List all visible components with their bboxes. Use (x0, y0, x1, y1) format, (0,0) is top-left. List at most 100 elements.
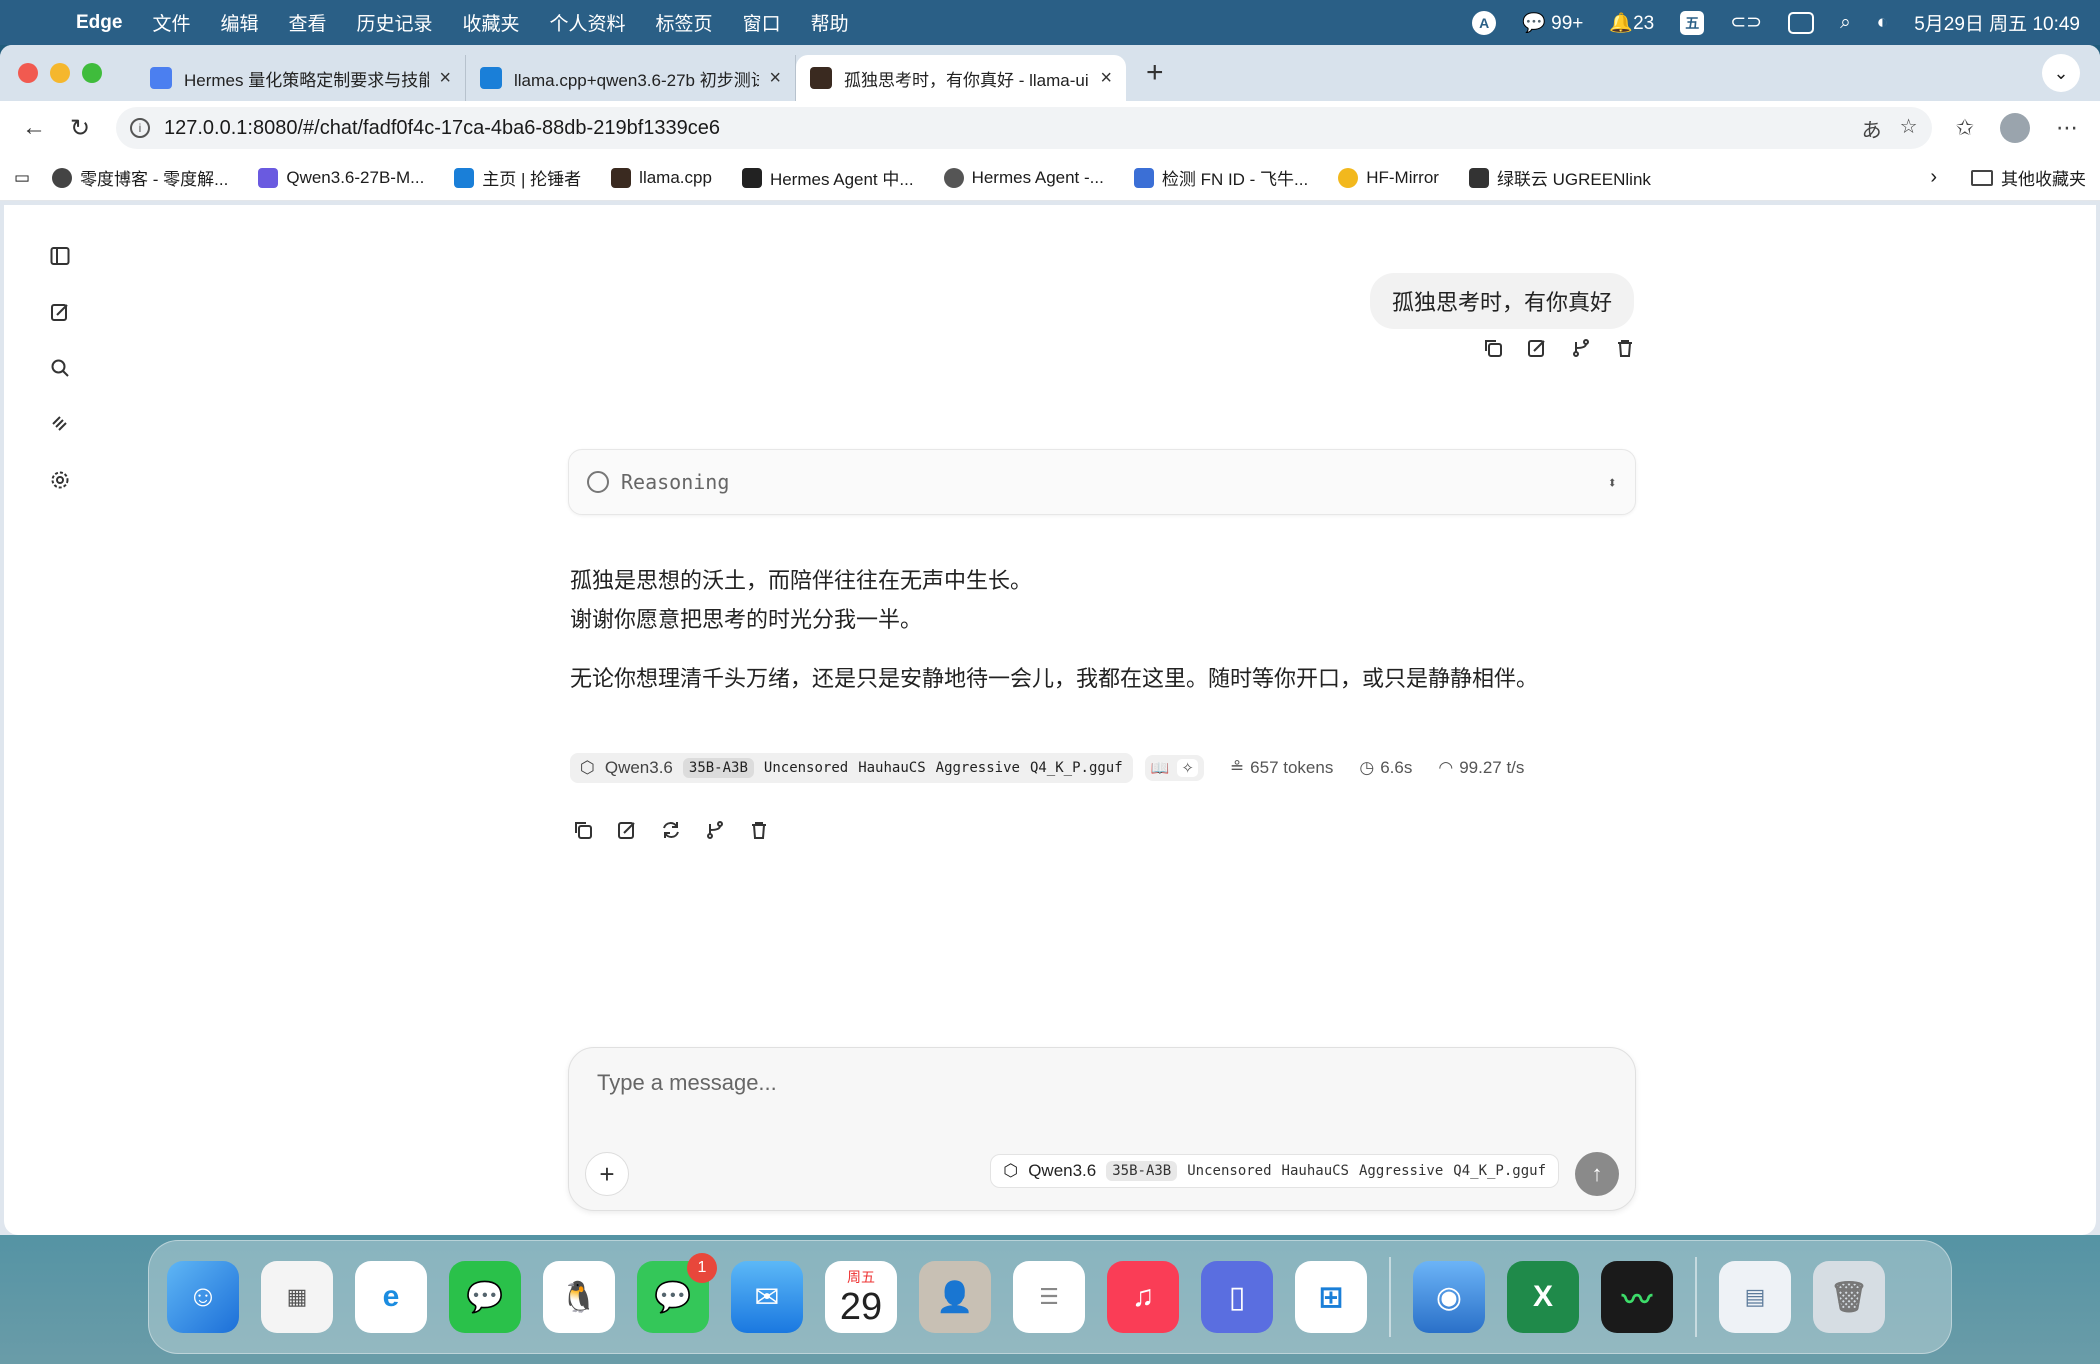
menu-tabs[interactable]: 标签页 (656, 9, 713, 36)
app-store-icon[interactable]: A (1472, 10, 1497, 35)
launchpad-icon[interactable]: ▦ (261, 1261, 333, 1333)
bookmark-item[interactable]: 零度博客 - 零度解... (52, 165, 228, 190)
regenerate-icon[interactable] (660, 819, 682, 841)
model-selector[interactable]: ⬡ Qwen3.6 35B-A3B Uncensored HauhauCS Ag… (990, 1154, 1559, 1188)
assistant-message: 孤独是思想的沃土，而陪伴往往在无声中生长。 谢谢你愿意把思考的时光分我一半。 无… (570, 561, 1670, 718)
bookmark-item[interactable]: Hermes Agent -... (943, 167, 1104, 188)
browser-tab-hermes[interactable]: Hermes 量化策略定制要求与技能 × (136, 55, 466, 101)
downloads-stack-icon[interactable]: ▤ (1719, 1261, 1791, 1333)
sidebar-toggle-icon[interactable] (48, 243, 72, 269)
reasoning-collapsible[interactable]: Reasoning ⬍ (568, 449, 1636, 515)
user-message-actions (1482, 337, 1636, 359)
close-tab-icon[interactable]: × (1100, 67, 1112, 90)
menu-profile[interactable]: 个人资料 (550, 9, 626, 36)
model-tag: HauhauCS (858, 760, 926, 776)
browser-tab-llama-test[interactable]: llama.cpp+qwen3.6-27b 初步测试 × (466, 55, 796, 101)
search-icon[interactable] (48, 355, 72, 381)
tab-list-chevron-icon[interactable]: ⌄ (2042, 54, 2080, 92)
site-info-icon[interactable]: i (130, 118, 150, 138)
windows-app-icon[interactable]: ⊞ (1295, 1261, 1367, 1333)
back-arrow-icon[interactable]: ← (14, 114, 54, 142)
address-bar[interactable]: i 127.0.0.1:8080/#/chat/fadf0f4c-17ca-4b… (116, 107, 1932, 149)
reminders-icon[interactable]: ☰ (1013, 1261, 1085, 1333)
more-options-icon[interactable]: ⋯ (2056, 115, 2078, 141)
bookmarks-overflow-chevron-icon[interactable]: › (1930, 166, 1937, 189)
menu-edit[interactable]: 编辑 (220, 9, 258, 36)
bookmark-item[interactable]: HF-Mirror (1338, 167, 1439, 188)
trash-icon[interactable] (748, 819, 770, 841)
new-chat-icon[interactable] (48, 299, 72, 325)
menu-favorites[interactable]: 收藏夹 (463, 9, 520, 36)
link-icon[interactable]: ⊂⊃ (1730, 11, 1762, 34)
copy-icon[interactable] (572, 819, 594, 841)
reload-icon[interactable]: ↻ (60, 114, 100, 143)
profile-avatar[interactable] (2000, 113, 2030, 143)
trash-bin-icon[interactable]: 🗑 (1813, 1261, 1885, 1333)
macos-dock: ☺ ▦ e 💬 🐧 💬 1 ✉ 周五 29 👤 ☰ ♫ ▯ ⊞ ◉ X 〰 ▤ 🗑 (148, 1240, 1952, 1354)
menubar-clock[interactable]: 5月29日 周五 10:49 (1914, 9, 2080, 36)
simulator-icon[interactable]: ▯ (1201, 1261, 1273, 1333)
control-center-icon[interactable]: ◐ (1877, 12, 1888, 34)
reading-mode-icon[interactable]: 📖 (1151, 759, 1170, 777)
messages-icon[interactable]: 💬 1 (637, 1253, 717, 1333)
contacts-icon[interactable]: 👤 (919, 1261, 991, 1333)
favorites-list-icon[interactable]: ✩ (1956, 115, 1974, 141)
menu-window[interactable]: 窗口 (743, 9, 781, 36)
bookmark-item[interactable]: Hermes Agent 中... (741, 165, 914, 190)
send-button[interactable]: ↑ (1575, 1152, 1619, 1196)
finder-icon[interactable]: ☺ (167, 1261, 239, 1333)
activity-monitor-icon[interactable]: 〰 (1601, 1261, 1673, 1333)
copy-icon[interactable] (1482, 337, 1504, 359)
menu-app-name[interactable]: Edge (76, 12, 122, 34)
mail-icon[interactable]: ✉ (731, 1261, 803, 1333)
notification-status[interactable]: 🔔23 (1609, 11, 1654, 35)
music-icon[interactable]: ♫ (1107, 1261, 1179, 1333)
bookmarks-toggle-icon[interactable]: ▭ (14, 168, 30, 188)
branch-icon[interactable] (1570, 337, 1592, 359)
favorite-star-icon[interactable]: ☆ (1900, 114, 1918, 143)
message-input[interactable] (597, 1070, 1497, 1096)
translate-icon[interactable]: あ (1862, 114, 1882, 143)
calendar-icon[interactable]: 周五 29 (825, 1261, 897, 1333)
mcp-tools-icon[interactable] (48, 411, 72, 437)
preview-icon[interactable]: ◉ (1413, 1261, 1485, 1333)
settings-gear-icon[interactable] (48, 467, 72, 493)
bookmark-item[interactable]: 主页 | 抡锤者 (454, 165, 581, 190)
close-window-button[interactable] (18, 63, 38, 83)
zoom-window-button[interactable] (82, 63, 102, 83)
edit-icon[interactable] (1526, 337, 1548, 359)
edit-icon[interactable] (616, 819, 638, 841)
wechat-app-icon[interactable]: 💬 (449, 1261, 521, 1333)
trash-icon[interactable] (1614, 337, 1636, 359)
bookmark-item[interactable]: 绿联云 UGREENlink (1468, 165, 1651, 190)
menu-history[interactable]: 历史记录 (357, 9, 433, 36)
minimize-window-button[interactable] (50, 63, 70, 83)
bookmark-label: 主页 | 抡锤者 (482, 170, 582, 189)
spotlight-search-icon[interactable]: ⌕ (1840, 12, 1851, 34)
expand-chevrons-icon[interactable]: ⬍ (1607, 473, 1617, 492)
new-tab-button[interactable]: + (1146, 56, 1164, 90)
sparkle-mode-icon[interactable]: ✧ (1177, 759, 1198, 777)
add-attachment-button[interactable]: + (585, 1152, 629, 1196)
close-tab-icon[interactable]: × (769, 67, 781, 90)
wechat-status[interactable]: 💬 99+ (1522, 11, 1583, 35)
bookmark-item[interactable]: 检测 FN ID - 飞牛... (1133, 165, 1308, 190)
input-method-indicator[interactable]: 五 (1680, 10, 1705, 35)
model-tag: 35B-A3B (682, 758, 754, 778)
menu-view[interactable]: 查看 (288, 9, 326, 36)
menu-file[interactable]: 文件 (152, 9, 190, 36)
bookmark-item[interactable]: llama.cpp (611, 167, 712, 188)
bookmark-item[interactable]: Qwen3.6-27B-M... (258, 167, 424, 188)
excel-icon[interactable]: X (1507, 1261, 1579, 1333)
model-badge[interactable]: ⬡ Qwen3.6 35B-A3B Uncensored HauhauCS Ag… (570, 753, 1133, 783)
address-url[interactable]: 127.0.0.1:8080/#/chat/fadf0f4c-17ca-4ba6… (164, 117, 720, 140)
battery-icon[interactable] (1788, 11, 1815, 34)
qq-icon[interactable]: 🐧 (543, 1261, 615, 1333)
edge-icon[interactable]: e (355, 1261, 427, 1333)
calendar-weekday: 周五 (847, 1269, 875, 1285)
menu-help[interactable]: 帮助 (811, 9, 849, 36)
other-bookmarks-folder[interactable]: 其他收藏夹 (1971, 165, 2086, 190)
close-tab-icon[interactable]: × (439, 67, 451, 90)
branch-icon[interactable] (704, 819, 726, 841)
browser-tab-llama-ui[interactable]: 孤独思考时，有你真好 - llama-ui × (796, 55, 1126, 101)
